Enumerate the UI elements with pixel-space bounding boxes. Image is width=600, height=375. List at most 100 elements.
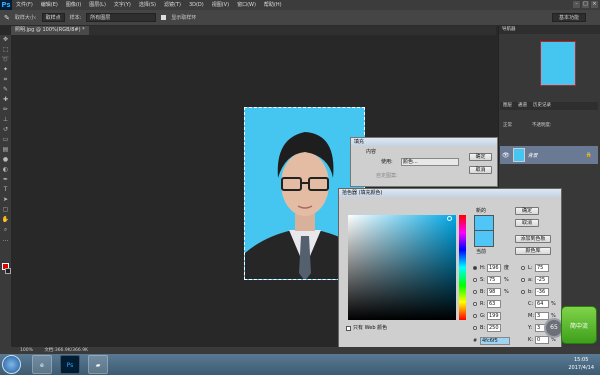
radio-l[interactable] [521, 266, 525, 270]
l-label: L: [528, 265, 533, 271]
saturation-brightness-field[interactable] [348, 215, 456, 320]
sample-size-label: 取样大小: [14, 15, 37, 21]
navigator-tab[interactable]: 导航器 [499, 26, 600, 34]
pattern-label: 自定图案: [376, 173, 398, 179]
tab-history[interactable]: 历史记录 [533, 102, 551, 110]
b-input[interactable]: 98 [487, 288, 501, 296]
blur-tool-icon[interactable]: ● [0, 155, 11, 165]
picker-cancel-button[interactable]: 取消 [515, 219, 539, 227]
system-clock[interactable]: 15:05 2017/4/14 [568, 356, 594, 372]
clone-stamp-icon[interactable]: ⊥ [0, 115, 11, 125]
color-selector-ring[interactable] [447, 216, 452, 221]
more-tools-icon[interactable]: … [0, 235, 11, 245]
zoom-tool-icon[interactable]: ⌕ [0, 225, 11, 235]
ie-taskbar-icon[interactable]: e [32, 355, 52, 374]
lab-b-input[interactable]: -36 [535, 288, 549, 296]
radio-b[interactable] [473, 290, 477, 294]
menu-layer[interactable]: 图层(L) [85, 0, 110, 10]
marquee-tool-icon[interactable]: ⬚ [0, 45, 11, 55]
k-label: K: [528, 337, 533, 343]
add-to-swatches-button[interactable]: 添加到色板 [515, 235, 551, 243]
menu-help[interactable]: 帮助(H) [260, 0, 286, 10]
shape-tool-icon[interactable]: ▢ [0, 205, 11, 215]
radio-s[interactable] [473, 278, 477, 282]
show-ring-checkbox[interactable] [161, 15, 167, 20]
g-input[interactable]: 199 [487, 312, 501, 320]
document-tab-bar: 照明.jpg @ 100%(RGB/8#) * [11, 26, 496, 35]
use-select[interactable]: 颜色... [401, 158, 459, 166]
menu-edit[interactable]: 编辑(E) [37, 0, 62, 10]
close-button[interactable]: × [591, 1, 598, 8]
sample-size-select[interactable]: 取样点 [41, 13, 65, 22]
menu-filter[interactable]: 滤镜(T) [160, 0, 185, 10]
minimize-button[interactable]: – [573, 1, 580, 8]
eyedropper-tool-icon[interactable]: ✎ [4, 14, 10, 22]
crop-tool-icon[interactable]: ⌗ [0, 75, 11, 85]
move-tool-icon[interactable]: ✥ [0, 35, 11, 45]
photoshop-taskbar-icon[interactable]: Ps [60, 355, 80, 374]
navigator-thumbnail[interactable] [540, 41, 576, 86]
fill-ok-button[interactable]: 确定 [469, 153, 492, 161]
quick-select-tool-icon[interactable]: ✦ [0, 65, 11, 75]
radio-r[interactable] [473, 302, 477, 306]
radio-blue[interactable] [473, 326, 477, 330]
menu-select[interactable]: 选择(S) [135, 0, 160, 10]
workspace-select[interactable]: 基本功能 [551, 13, 586, 22]
document-tab[interactable]: 照明.jpg @ 100%(RGB/8#) * [11, 26, 89, 35]
menu-image[interactable]: 图像(I) [62, 0, 85, 10]
type-tool-icon[interactable]: T [0, 185, 11, 195]
h-input[interactable]: 196 [487, 264, 501, 272]
show-ring-label: 显示取样环 [171, 15, 197, 21]
gradient-tool-icon[interactable]: ▤ [0, 145, 11, 155]
radio-a[interactable] [521, 278, 525, 282]
use-label: 使用: [381, 159, 393, 165]
fill-cancel-button[interactable]: 取消 [469, 166, 492, 174]
hex-input[interactable]: 4fc6f5 [480, 337, 510, 345]
menu-file[interactable]: 文件(F) [12, 0, 37, 10]
l-input[interactable]: 75 [535, 264, 549, 272]
photoshop-logo: Ps [0, 0, 12, 10]
menu-3d[interactable]: 3D(D) [185, 0, 208, 10]
picker-ok-button[interactable]: 确定 [515, 207, 539, 215]
desktop-widget[interactable]: 简中流 [561, 306, 597, 344]
layer-background[interactable]: 👁 背景 🔒 [500, 146, 598, 164]
fill-dialog-title: 填充 [351, 138, 497, 146]
r-input[interactable]: 63 [487, 300, 501, 308]
tab-layers[interactable]: 图层 [503, 102, 512, 110]
m-input[interactable]: 3 [535, 312, 549, 320]
c-input[interactable]: 64 [535, 300, 549, 308]
sample-select[interactable]: 所有图层 [86, 13, 157, 22]
hand-tool-icon[interactable]: ✋ [0, 215, 11, 225]
b-unit: % [504, 289, 509, 295]
maximize-button[interactable]: □ [582, 1, 589, 8]
s-input[interactable]: 75 [487, 276, 501, 284]
radio-h[interactable] [473, 266, 477, 270]
start-button[interactable] [2, 355, 21, 374]
web-only-checkbox[interactable] [346, 326, 351, 331]
eraser-tool-icon[interactable]: ▭ [0, 135, 11, 145]
dodge-tool-icon[interactable]: ◐ [0, 165, 11, 175]
menu-view[interactable]: 视图(V) [208, 0, 233, 10]
radio-lab-b[interactable] [521, 290, 525, 294]
menu-type[interactable]: 文字(Y) [110, 0, 135, 10]
color-libraries-button[interactable]: 颜色库 [515, 247, 551, 255]
k-input[interactable]: 0 [535, 336, 549, 344]
pen-tool-icon[interactable]: ✒ [0, 175, 11, 185]
blend-mode-select[interactable]: 正常 [503, 122, 512, 130]
healing-brush-icon[interactable]: ✚ [0, 95, 11, 105]
visibility-eye-icon[interactable]: 👁 [502, 152, 510, 159]
hue-slider[interactable] [459, 215, 466, 320]
current-color-swatch[interactable] [474, 231, 494, 247]
history-brush-icon[interactable]: ↺ [0, 125, 11, 135]
blue-input[interactable]: 250 [487, 324, 501, 332]
radio-g[interactable] [473, 314, 477, 318]
a-input[interactable]: -25 [535, 276, 549, 284]
tab-channels[interactable]: 通道 [518, 102, 527, 110]
folder-taskbar-icon[interactable]: ▰ [88, 355, 108, 374]
eyedropper-icon[interactable]: ✎ [0, 85, 11, 95]
lasso-tool-icon[interactable]: ➰ [0, 55, 11, 65]
path-select-icon[interactable]: ➤ [0, 195, 11, 205]
brush-tool-icon[interactable]: ✏ [0, 105, 11, 115]
menu-window[interactable]: 窗口(W) [233, 0, 260, 10]
zoom-level[interactable]: 100% [20, 348, 33, 353]
